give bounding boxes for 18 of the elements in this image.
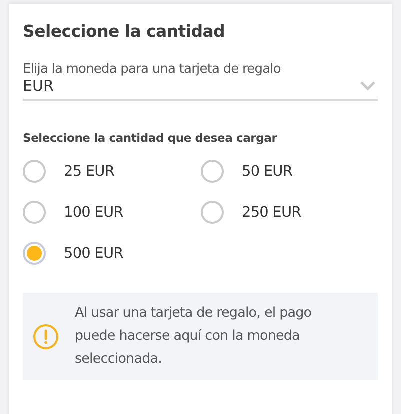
- amount-option[interactable]: 100 EUR: [23, 201, 201, 224]
- section-title: Seleccione la cantidad: [23, 22, 226, 41]
- amount-option[interactable]: 250 EUR: [201, 201, 378, 224]
- amount-option[interactable]: 500 EUR: [23, 242, 201, 265]
- amount-option[interactable]: 50 EUR: [201, 160, 378, 183]
- currency-value: EUR: [23, 77, 54, 95]
- chevron-down-icon: [360, 81, 376, 91]
- radio-button[interactable]: [23, 160, 46, 183]
- warning-icon: [33, 324, 59, 350]
- radio-button[interactable]: [201, 160, 224, 183]
- notice-text: Al usar una tarjeta de regalo, el pago puede hacerse aquí con la moneda seleccionada.: [75, 304, 313, 369]
- radio-button[interactable]: [23, 242, 46, 265]
- currency-select[interactable]: Elija la moneda para una tarjeta de regalo EUR: [23, 62, 378, 101]
- radio-button[interactable]: [23, 201, 46, 224]
- amount-heading: Seleccione la cantidad que desea cargar: [23, 131, 278, 145]
- currency-label: Elija la moneda para una tarjeta de regalo: [23, 62, 282, 77]
- amount-option[interactable]: 25 EUR: [23, 160, 201, 183]
- radio-button[interactable]: [201, 201, 224, 224]
